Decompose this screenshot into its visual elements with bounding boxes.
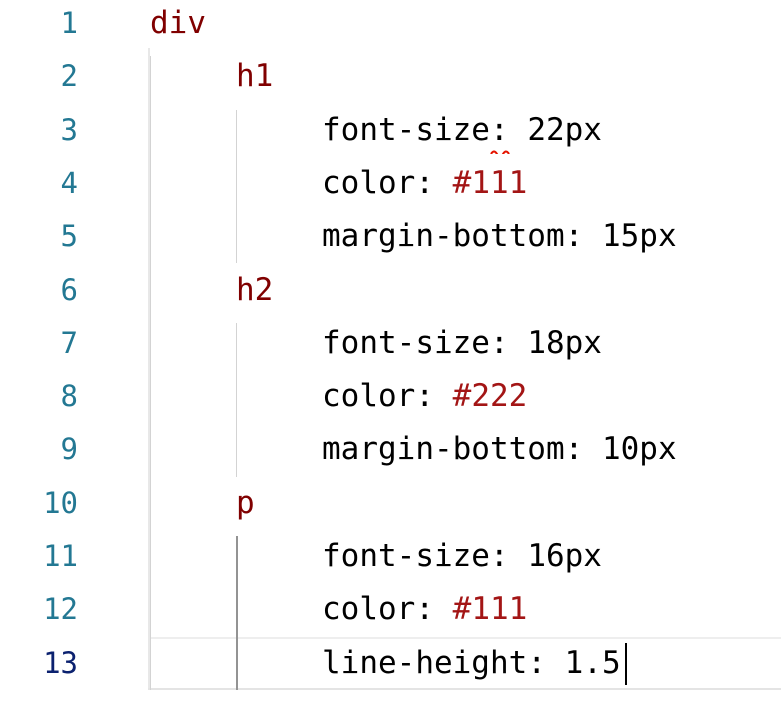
code-line-content: color: #222: [322, 370, 527, 423]
indent-guide: [236, 322, 237, 477]
code-line[interactable]: div: [150, 0, 781, 50]
code-line[interactable]: h2: [150, 264, 781, 317]
css-value: 15px: [601, 218, 677, 255]
code-line-content: color: #111: [322, 583, 527, 636]
code-line[interactable]: font-size: 18px: [150, 317, 781, 370]
css-property: line-height: [322, 644, 528, 681]
css-property: color: [322, 164, 416, 201]
error-squiggle[interactable]: [490, 148, 511, 154]
code-line-content: p: [236, 477, 255, 530]
indent-guide: [236, 109, 237, 264]
css-separator: :: [415, 378, 453, 415]
css-color-value: #111: [452, 164, 528, 201]
css-separator: :: [527, 644, 565, 681]
indent-guide: [150, 56, 151, 690]
code-line-content: h1: [236, 50, 273, 103]
css-value: 16px: [527, 538, 602, 574]
css-separator: :: [489, 111, 528, 148]
code-line[interactable]: margin-bottom: 15px: [150, 210, 781, 263]
code-editor[interactable]: 1 2 3 4 5 6 7 8 9 10 11 12 13 div h1 font-size: 22px co…: [0, 0, 781, 713]
line-number: 7: [60, 325, 78, 360]
css-property: font-size: [322, 538, 490, 574]
css-selector: div: [150, 5, 206, 41]
code-line-content: h2: [236, 264, 273, 317]
code-line-content: margin-bottom: 15px: [322, 210, 677, 263]
line-number: 13: [43, 645, 78, 680]
code-line-content: line-height: 1.5: [322, 639, 621, 688]
css-property: color: [322, 378, 416, 415]
line-number: 1: [60, 6, 78, 40]
css-separator: :: [489, 538, 528, 574]
css-property: color: [322, 591, 416, 628]
line-number: 11: [43, 539, 78, 573]
css-property: font-size: [322, 324, 490, 361]
css-separator: :: [564, 431, 602, 468]
code-line-content: margin-bottom: 10px: [322, 423, 677, 476]
css-color-value: #111: [452, 591, 528, 628]
line-number: 2: [60, 59, 78, 94]
line-number: 6: [60, 272, 78, 307]
css-separator: :: [415, 164, 453, 201]
css-separator: :: [415, 591, 453, 628]
code-line[interactable]: font-size: 22px: [150, 104, 781, 157]
css-value: 18px: [527, 324, 602, 361]
code-line[interactable]: font-size: 16px: [150, 530, 781, 583]
code-line[interactable]: margin-bottom: 10px: [150, 423, 781, 476]
code-line-content: font-size: 18px: [322, 317, 602, 370]
code-line[interactable]: p: [150, 477, 781, 530]
code-line[interactable]: color: #222: [150, 370, 781, 423]
code-line-content: color: #111: [322, 157, 527, 210]
code-line-content: font-size: 16px: [322, 530, 602, 583]
text-cursor: [625, 642, 628, 685]
code-line-content: div: [150, 0, 206, 50]
line-number: 5: [60, 219, 78, 254]
css-property: margin-bottom: [322, 218, 565, 255]
current-code-line[interactable]: line-height: 1.5: [150, 636, 781, 690]
line-number: 9: [60, 432, 78, 467]
css-value: 1.5: [564, 644, 621, 681]
code-line[interactable]: h1: [150, 50, 781, 103]
css-selector: h1: [236, 58, 274, 95]
editor-bottom-border: [148, 688, 781, 690]
line-number: 3: [60, 112, 78, 147]
line-number: 8: [60, 379, 78, 414]
line-number-gutter: 1 2 3 4 5 6 7 8 9 10 11 12 13: [0, 0, 150, 713]
active-indent-guide: [236, 536, 238, 690]
css-property: font-size: [322, 111, 490, 148]
css-separator: :: [564, 218, 602, 255]
css-value: 22px: [527, 111, 602, 148]
line-number: 4: [60, 165, 78, 200]
code-area[interactable]: div h1 font-size: 22px color: #111 margin-bo…: [150, 0, 781, 713]
css-property: margin-bottom: [322, 431, 565, 468]
code-line[interactable]: color: #111: [150, 157, 781, 210]
css-separator: :: [489, 324, 528, 361]
css-selector: p: [236, 484, 255, 521]
css-value: 10px: [601, 431, 677, 468]
line-number: 10: [43, 485, 78, 520]
css-selector: h2: [236, 271, 274, 308]
code-line[interactable]: color: #111: [150, 583, 781, 636]
line-number: 12: [43, 592, 78, 627]
code-line-content: font-size: 22px: [322, 104, 602, 157]
css-color-value: #222: [452, 378, 528, 415]
